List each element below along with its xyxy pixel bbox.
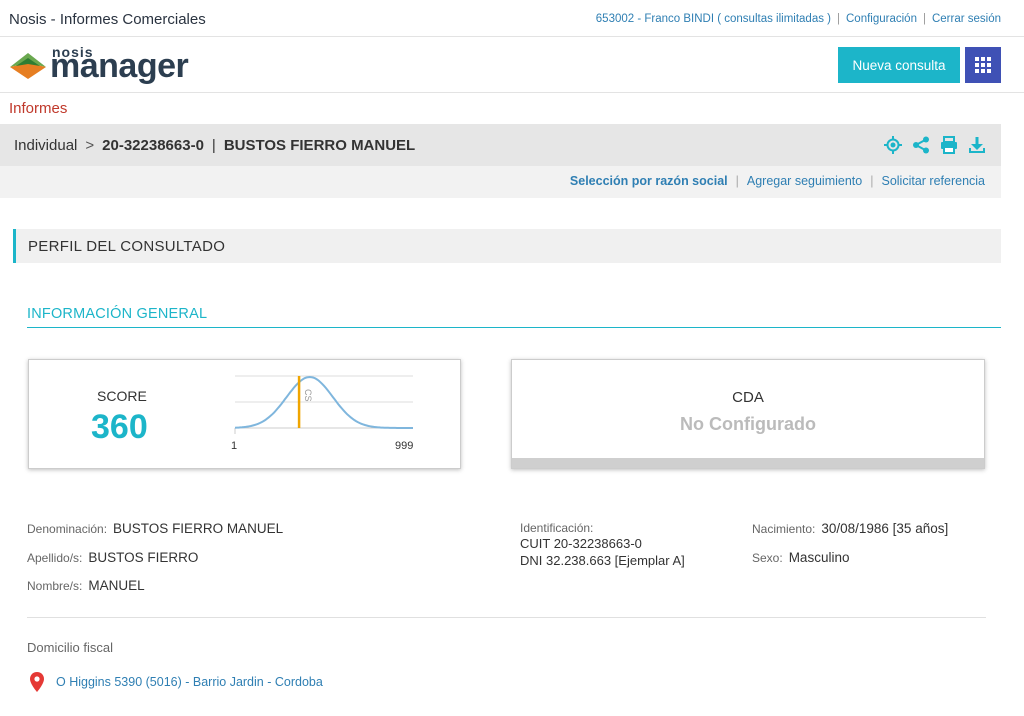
nacimiento-label: Nacimiento: bbox=[752, 522, 816, 536]
sexo-label: Sexo: bbox=[752, 551, 783, 565]
top-links: 653002 - Franco BINDI ( consultas ilimit… bbox=[596, 13, 1001, 25]
identificacion-label: Identificación: bbox=[520, 521, 594, 535]
score-value: 360 bbox=[91, 408, 148, 446]
score-label: SCORE bbox=[97, 388, 147, 404]
app-title: Nosis - Informes Comerciales bbox=[9, 11, 206, 28]
breadcrumb-arrow: > bbox=[85, 137, 95, 154]
select-by-name-link[interactable]: Selección por razón social bbox=[570, 174, 728, 188]
action-links: Selección por razón social | Agregar segui… bbox=[570, 174, 985, 188]
report-toolbar bbox=[883, 135, 987, 155]
divider bbox=[27, 617, 986, 618]
domicilio-label: Domicilio fiscal bbox=[27, 640, 113, 655]
cuit-value: CUIT 20-32238663-0 bbox=[520, 536, 642, 551]
new-query-button[interactable]: Nueva consulta bbox=[838, 47, 960, 83]
separator: | bbox=[922, 13, 926, 25]
nombre-label: Nombre/s: bbox=[27, 579, 83, 593]
nacimiento-field: Nacimiento: 30/08/1986 [35 años] bbox=[752, 521, 948, 536]
request-reference-link[interactable]: Solicitar referencia bbox=[881, 174, 985, 188]
dni-value: DNI 32.238.663 [Ejemplar A] bbox=[520, 553, 685, 568]
identificacion-field: Identificación: CUIT 20-32238663-0 DNI 3… bbox=[520, 521, 685, 569]
map-pin-icon bbox=[30, 672, 44, 692]
locate-icon[interactable] bbox=[883, 135, 903, 155]
top-bar: Nosis - Informes Comerciales 653002 - Fr… bbox=[0, 0, 1024, 37]
section-title: Informes bbox=[9, 100, 68, 117]
brand-header: nosis manager Nueva consulta bbox=[0, 37, 1024, 93]
separator: | bbox=[837, 13, 840, 25]
breadcrumb-cuit: 20-32238663-0 bbox=[102, 137, 204, 154]
separator: | bbox=[735, 174, 739, 188]
chart-axis-hint: CS bbox=[303, 389, 313, 402]
domicilio-row: O Higgins 5390 (5016) - Barrio Jardin - … bbox=[30, 672, 323, 692]
score-distribution-chart: CS 1 999 bbox=[231, 375, 413, 452]
breadcrumb-name: BUSTOS FIERRO MANUEL bbox=[223, 137, 416, 154]
cda-status: No Configurado bbox=[680, 414, 816, 434]
logo-mark-icon bbox=[10, 53, 46, 79]
general-info-title: INFORMACIÓN GENERAL bbox=[27, 306, 208, 322]
apellido-label: Apellido/s: bbox=[27, 551, 83, 565]
action-bar: Selección por razón social | Agregar segui… bbox=[0, 166, 1001, 198]
denominacion-label: Denominación: bbox=[27, 522, 108, 536]
grid-icon bbox=[975, 57, 991, 73]
general-info-underline bbox=[27, 327, 1001, 328]
add-follow-up-link[interactable]: Agregar seguimiento bbox=[747, 174, 862, 188]
apellido-value: BUSTOS FIERRO bbox=[88, 550, 199, 565]
nosis-manager-logo[interactable]: nosis manager bbox=[8, 44, 198, 85]
separator: | bbox=[870, 174, 874, 188]
cda-title: CDA bbox=[732, 389, 764, 406]
denominacion-field: Denominación: BUSTOS FIERRO MANUEL bbox=[27, 521, 283, 536]
profile-title: PERFIL DEL CONSULTADO bbox=[28, 238, 226, 255]
cda-card: CDA No Configurado bbox=[511, 359, 985, 469]
sexo-field: Sexo: Masculino bbox=[752, 550, 849, 565]
logo-text-manager: manager bbox=[50, 47, 189, 85]
nacimiento-value: 30/08/1986 [35 años] bbox=[821, 521, 949, 536]
settings-link[interactable]: Configuración bbox=[846, 13, 917, 25]
breadcrumb-bar: Individual >20-32238663-0 | BUSTOS FIERRO M… bbox=[0, 124, 1001, 166]
download-icon[interactable] bbox=[967, 135, 987, 155]
breadcrumb-separator: | bbox=[211, 137, 216, 154]
sexo-value: Masculino bbox=[788, 550, 850, 565]
score-card: SCORE 360 CS 1 999 bbox=[28, 359, 461, 469]
cda-bar bbox=[512, 458, 984, 468]
denominacion-value: BUSTOS FIERRO MANUEL bbox=[113, 521, 284, 536]
apps-grid-button[interactable] bbox=[965, 47, 1001, 83]
breadcrumb: Individual >20-32238663-0 | BUSTOS FIERRO M… bbox=[14, 137, 415, 154]
nombre-value: MANUEL bbox=[88, 578, 145, 593]
share-icon[interactable] bbox=[911, 135, 931, 155]
nombre-field: Nombre/s: MANUEL bbox=[27, 578, 145, 593]
print-icon[interactable] bbox=[939, 135, 959, 155]
profile-header: PERFIL DEL CONSULTADO bbox=[13, 229, 1001, 263]
logout-link[interactable]: Cerrar sesión bbox=[932, 13, 1001, 25]
breadcrumb-type[interactable]: Individual bbox=[14, 137, 77, 154]
apellido-field: Apellido/s: BUSTOS FIERRO bbox=[27, 550, 198, 565]
domicilio-address-link[interactable]: O Higgins 5390 (5016) - Barrio Jardin - … bbox=[56, 675, 323, 689]
score-min-label: 1 bbox=[231, 440, 237, 452]
user-account-link[interactable]: 653002 - Franco BINDI ( consultas ilimit… bbox=[596, 13, 831, 25]
score-max-label: 999 bbox=[395, 440, 413, 452]
